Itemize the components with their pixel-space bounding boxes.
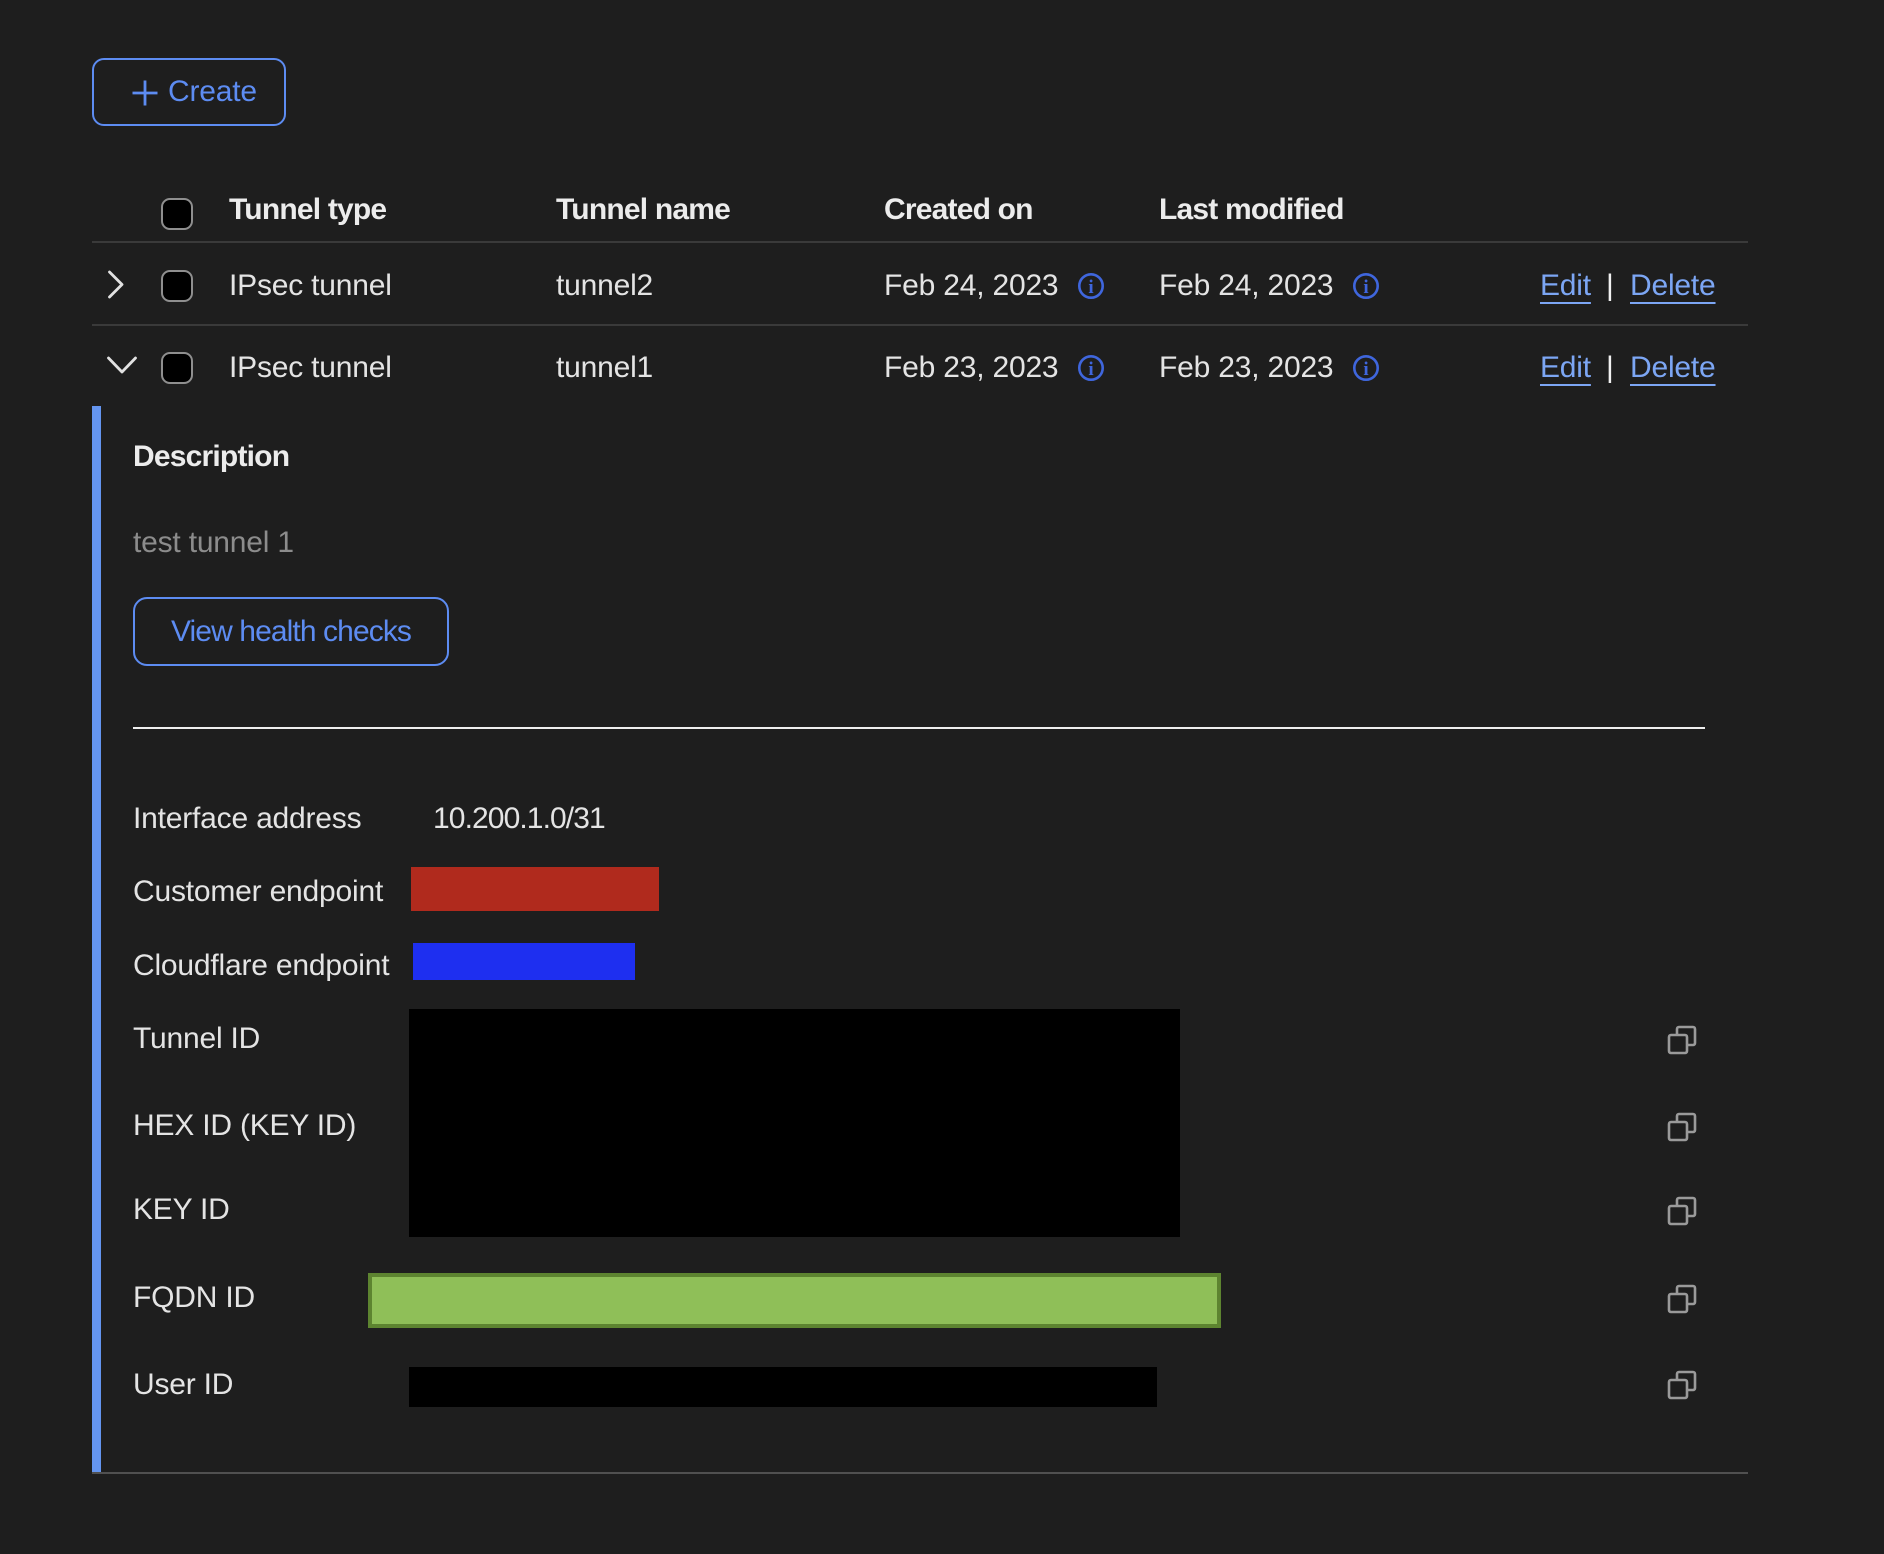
svg-text:i: i (1088, 277, 1093, 298)
svg-text:i: i (1363, 277, 1368, 298)
svg-text:i: i (1088, 359, 1093, 380)
svg-text:i: i (1363, 359, 1368, 380)
